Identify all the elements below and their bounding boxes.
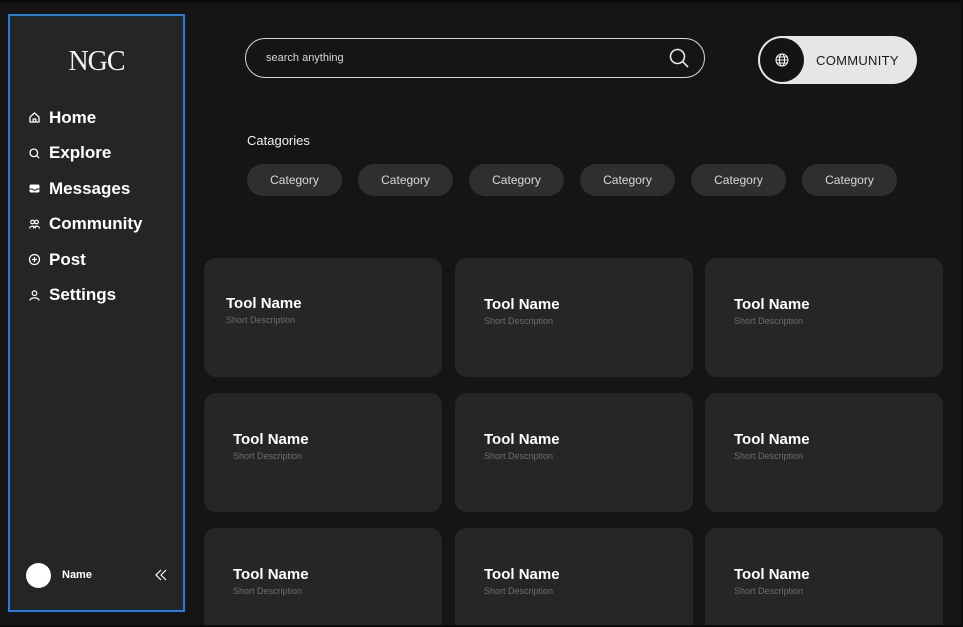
search-icon <box>28 147 41 160</box>
user-profile[interactable]: Name <box>26 562 169 588</box>
user-icon <box>28 289 41 302</box>
tool-card[interactable]: Tool Name Short Description <box>204 393 442 512</box>
tool-description: Short Description <box>734 316 804 326</box>
sidebar-item-community[interactable]: Community <box>28 207 143 243</box>
tool-name: Tool Name <box>734 296 810 313</box>
collapse-sidebar-button[interactable] <box>153 567 169 583</box>
sidebar-item-settings[interactable]: Settings <box>28 278 143 314</box>
search-icon[interactable] <box>668 47 690 69</box>
sidebar-item-label: Home <box>49 107 97 127</box>
categories-heading: Catagories <box>247 133 310 148</box>
category-chip[interactable]: Category <box>469 164 564 196</box>
community-button[interactable]: COMMUNITY <box>758 36 917 84</box>
tool-description: Short Description <box>484 451 554 461</box>
category-chip[interactable]: Category <box>691 164 786 196</box>
tool-name: Tool Name <box>233 431 309 448</box>
search-bar <box>245 38 705 78</box>
category-chips: Category Category Category Category Cate… <box>247 164 897 196</box>
tool-name: Tool Name <box>734 566 810 583</box>
tool-description: Short Description <box>233 451 303 461</box>
sidebar-item-home[interactable]: Home <box>28 100 143 136</box>
community-button-label: COMMUNITY <box>816 52 899 68</box>
tool-name: Tool Name <box>734 431 810 448</box>
tool-card[interactable]: Tool Name Short Description <box>455 258 693 377</box>
tool-description: Short Description <box>233 586 303 596</box>
avatar[interactable] <box>26 562 51 588</box>
sidebar-item-messages[interactable]: Messages <box>28 171 143 207</box>
tool-name: Tool Name <box>484 566 560 583</box>
inbox-icon <box>28 182 41 195</box>
sidebar-item-post[interactable]: Post <box>28 242 143 278</box>
category-chip[interactable]: Category <box>358 164 453 196</box>
home-icon <box>28 111 41 124</box>
plus-circle-icon <box>28 253 41 266</box>
tool-description: Short Description <box>484 586 554 596</box>
sidebar-item-explore[interactable]: Explore <box>28 136 143 172</box>
category-chip[interactable]: Category <box>247 164 342 196</box>
tool-card[interactable]: Tool Name Short Description <box>204 528 442 625</box>
sidebar-item-label: Explore <box>49 143 112 163</box>
tool-card[interactable]: Tool Name Short Description <box>705 258 943 377</box>
tool-description: Short Description <box>734 451 804 461</box>
app-window: NGC Home Explore Messages Community Post… <box>0 0 963 627</box>
category-chip[interactable]: Category <box>580 164 675 196</box>
tool-card[interactable]: Tool Name Short Description <box>455 528 693 625</box>
search-input[interactable] <box>266 52 668 64</box>
tool-card[interactable]: Tool Name Short Description <box>455 393 693 512</box>
tool-card[interactable]: Tool Name Short Description <box>705 393 943 512</box>
tool-name: Tool Name <box>484 431 560 448</box>
tool-card[interactable]: Tool Name Short Description <box>204 258 442 377</box>
sidebar-item-label: Settings <box>49 285 117 305</box>
tool-name: Tool Name <box>484 296 560 313</box>
double-chevron-left-icon <box>155 569 167 581</box>
profile-name: Name <box>62 569 92 581</box>
logo: NGC <box>68 46 125 77</box>
tool-card[interactable]: Tool Name Short Description <box>705 528 943 625</box>
sidebar-item-label: Messages <box>49 178 131 198</box>
sidebar: NGC Home Explore Messages Community Post… <box>8 14 185 612</box>
category-chip[interactable]: Category <box>802 164 897 196</box>
tool-description: Short Description <box>484 316 554 326</box>
people-icon <box>28 218 41 231</box>
tool-description: Short Description <box>734 586 804 596</box>
sidebar-item-label: Community <box>49 214 143 234</box>
tool-description: Short Description <box>226 315 296 325</box>
tool-name: Tool Name <box>233 566 309 583</box>
globe-icon <box>760 38 804 82</box>
sidebar-nav: Home Explore Messages Community Post Set… <box>28 100 143 313</box>
tool-name: Tool Name <box>226 295 302 312</box>
sidebar-item-label: Post <box>49 249 86 269</box>
